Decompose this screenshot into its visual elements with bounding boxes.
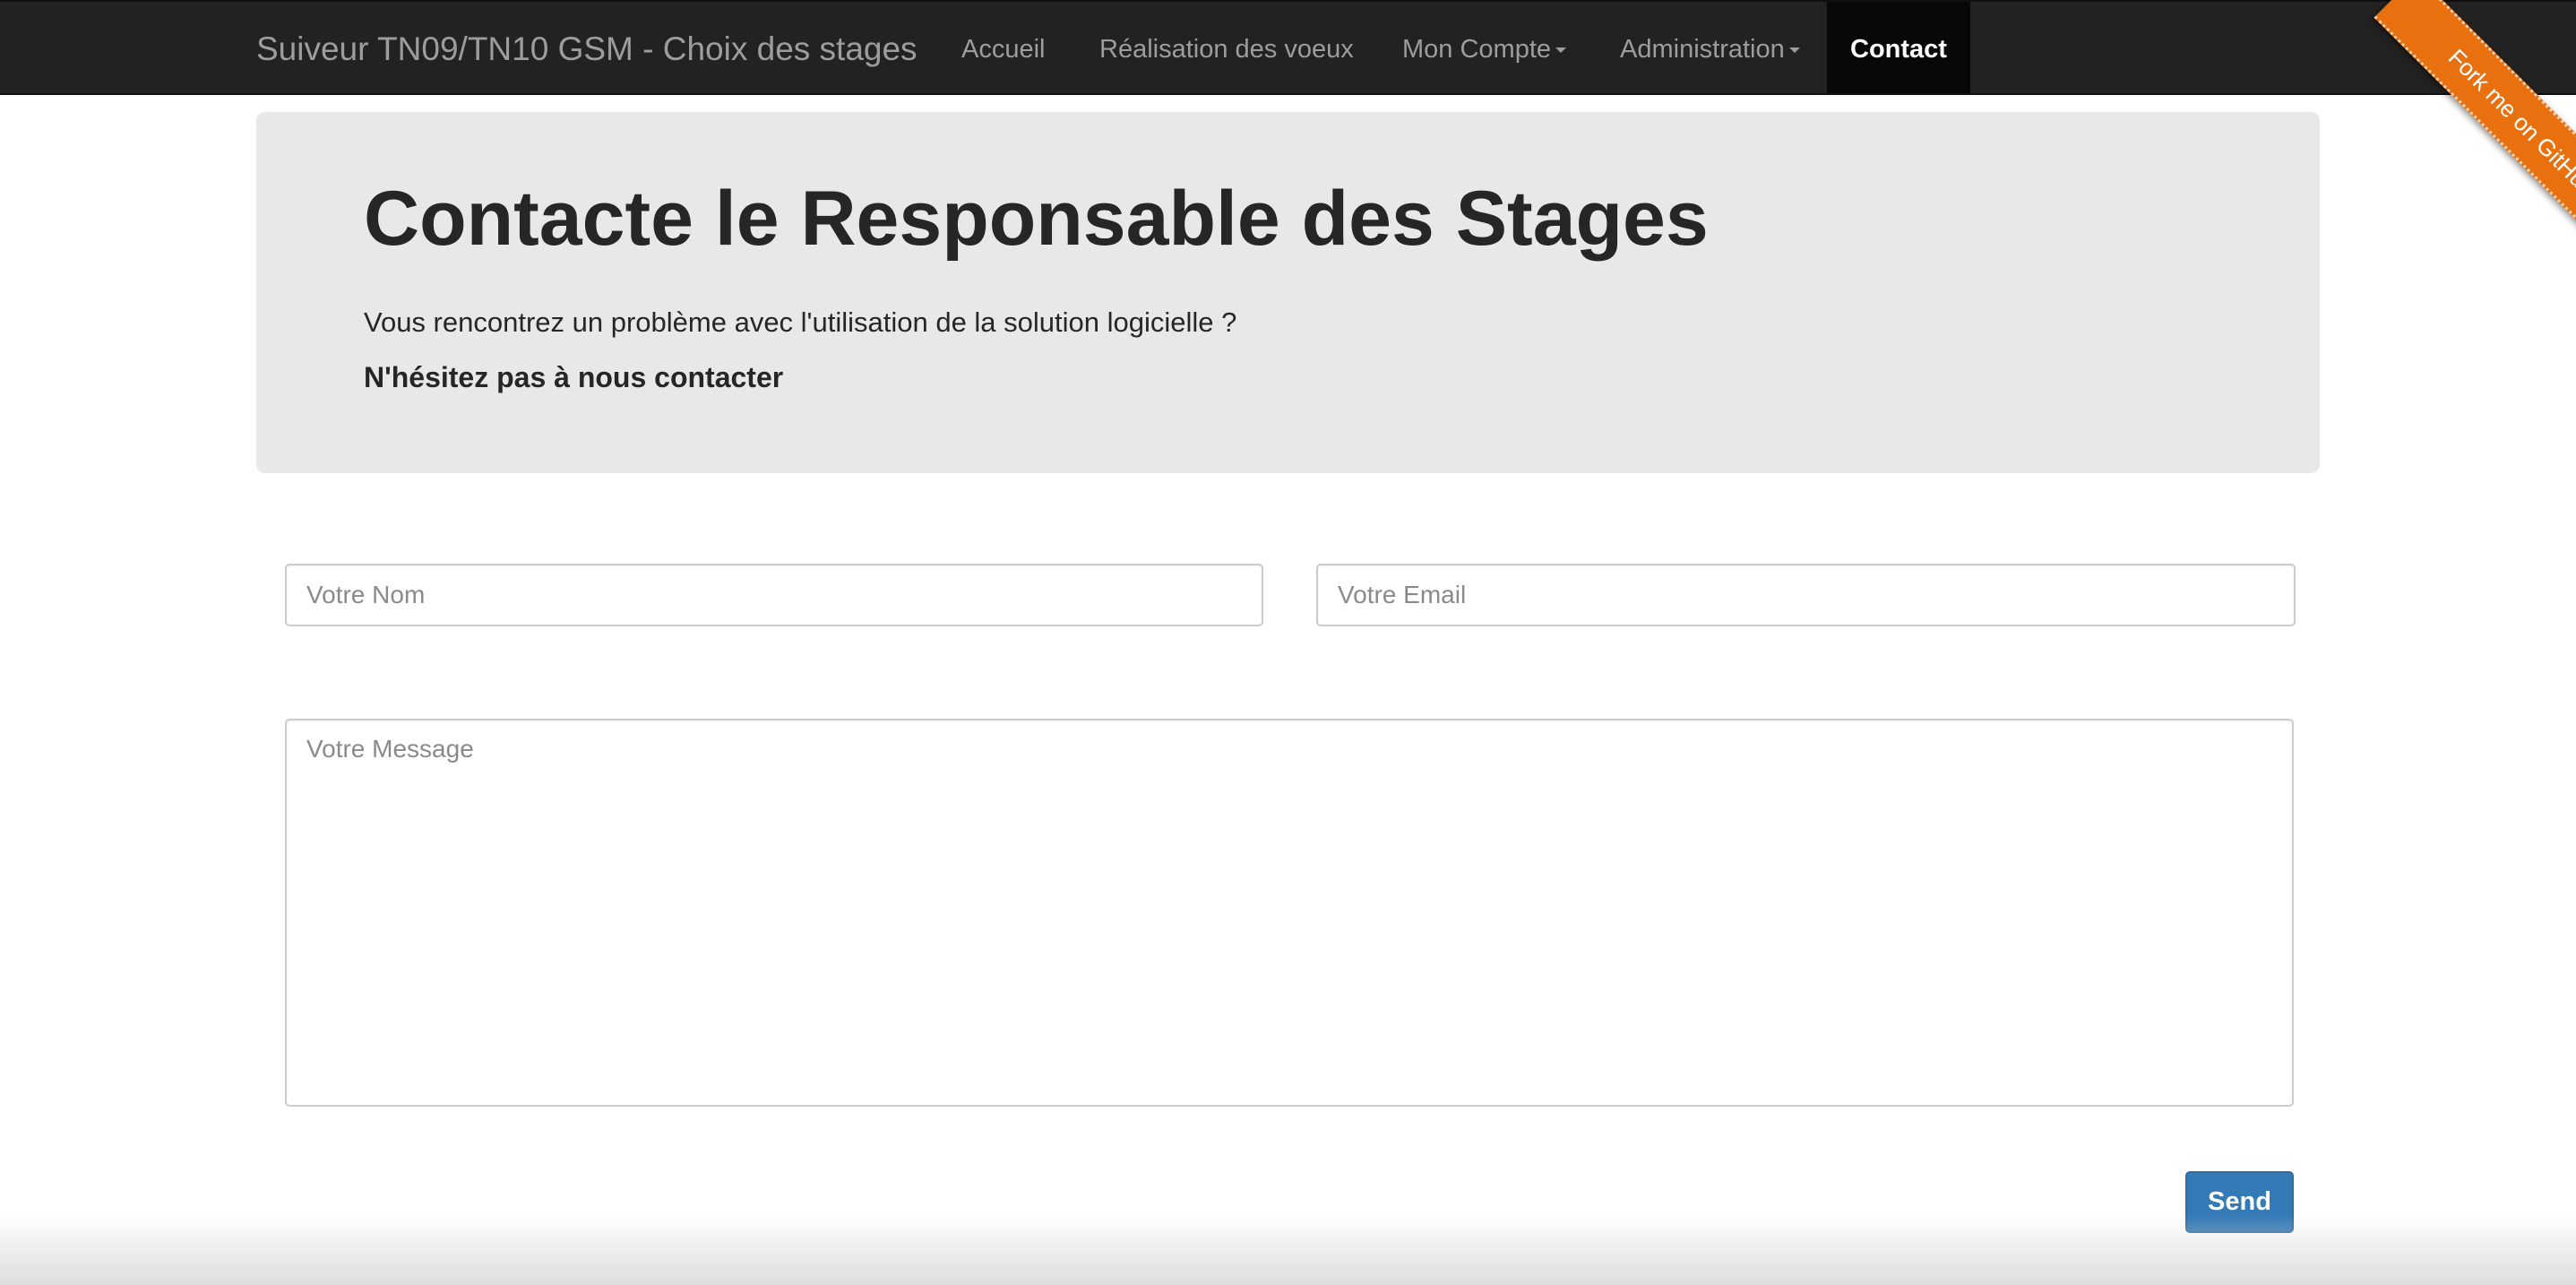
top-navbar: Suiveur TN09/TN10 GSM - Choix des stages… bbox=[0, 0, 2576, 95]
nav-item-mon-compte[interactable]: Mon Compte bbox=[1402, 2, 1567, 93]
navbar-brand[interactable]: Suiveur TN09/TN10 GSM - Choix des stages bbox=[256, 2, 918, 93]
name-input[interactable] bbox=[285, 564, 1263, 626]
page-title: Contacte le Responsable des Stages bbox=[364, 176, 1709, 262]
nav-item-accueil[interactable]: Accueil bbox=[961, 2, 1046, 93]
fork-me-on-github-ribbon[interactable]: Fork me on GitHub bbox=[2374, 0, 2576, 269]
jumbotron-text: Vous rencontrez un problème avec l'utili… bbox=[364, 306, 1237, 338]
jumbotron: Contacte le Responsable des Stages Vous … bbox=[256, 112, 2320, 473]
nav-item-contact[interactable]: Contact bbox=[1827, 2, 1970, 93]
nav-item-mon-compte-label: Mon Compte bbox=[1402, 35, 1552, 64]
email-input[interactable] bbox=[1316, 564, 2296, 626]
nav-item-realisation-voeux[interactable]: Réalisation des voeux bbox=[1099, 2, 1354, 93]
caret-down-icon bbox=[1555, 47, 1567, 54]
nav-item-administration-label: Administration bbox=[1620, 35, 1785, 64]
github-ribbon-wrapper: Fork me on GitHub bbox=[2307, 0, 2576, 269]
nav-item-administration[interactable]: Administration bbox=[1620, 2, 1800, 93]
caret-down-icon bbox=[1788, 47, 1800, 54]
message-textarea[interactable] bbox=[285, 719, 2294, 1107]
send-button[interactable]: Send bbox=[2185, 1171, 2294, 1233]
jumbotron-call-to-action: N'hésitez pas à nous contacter bbox=[364, 361, 784, 393]
